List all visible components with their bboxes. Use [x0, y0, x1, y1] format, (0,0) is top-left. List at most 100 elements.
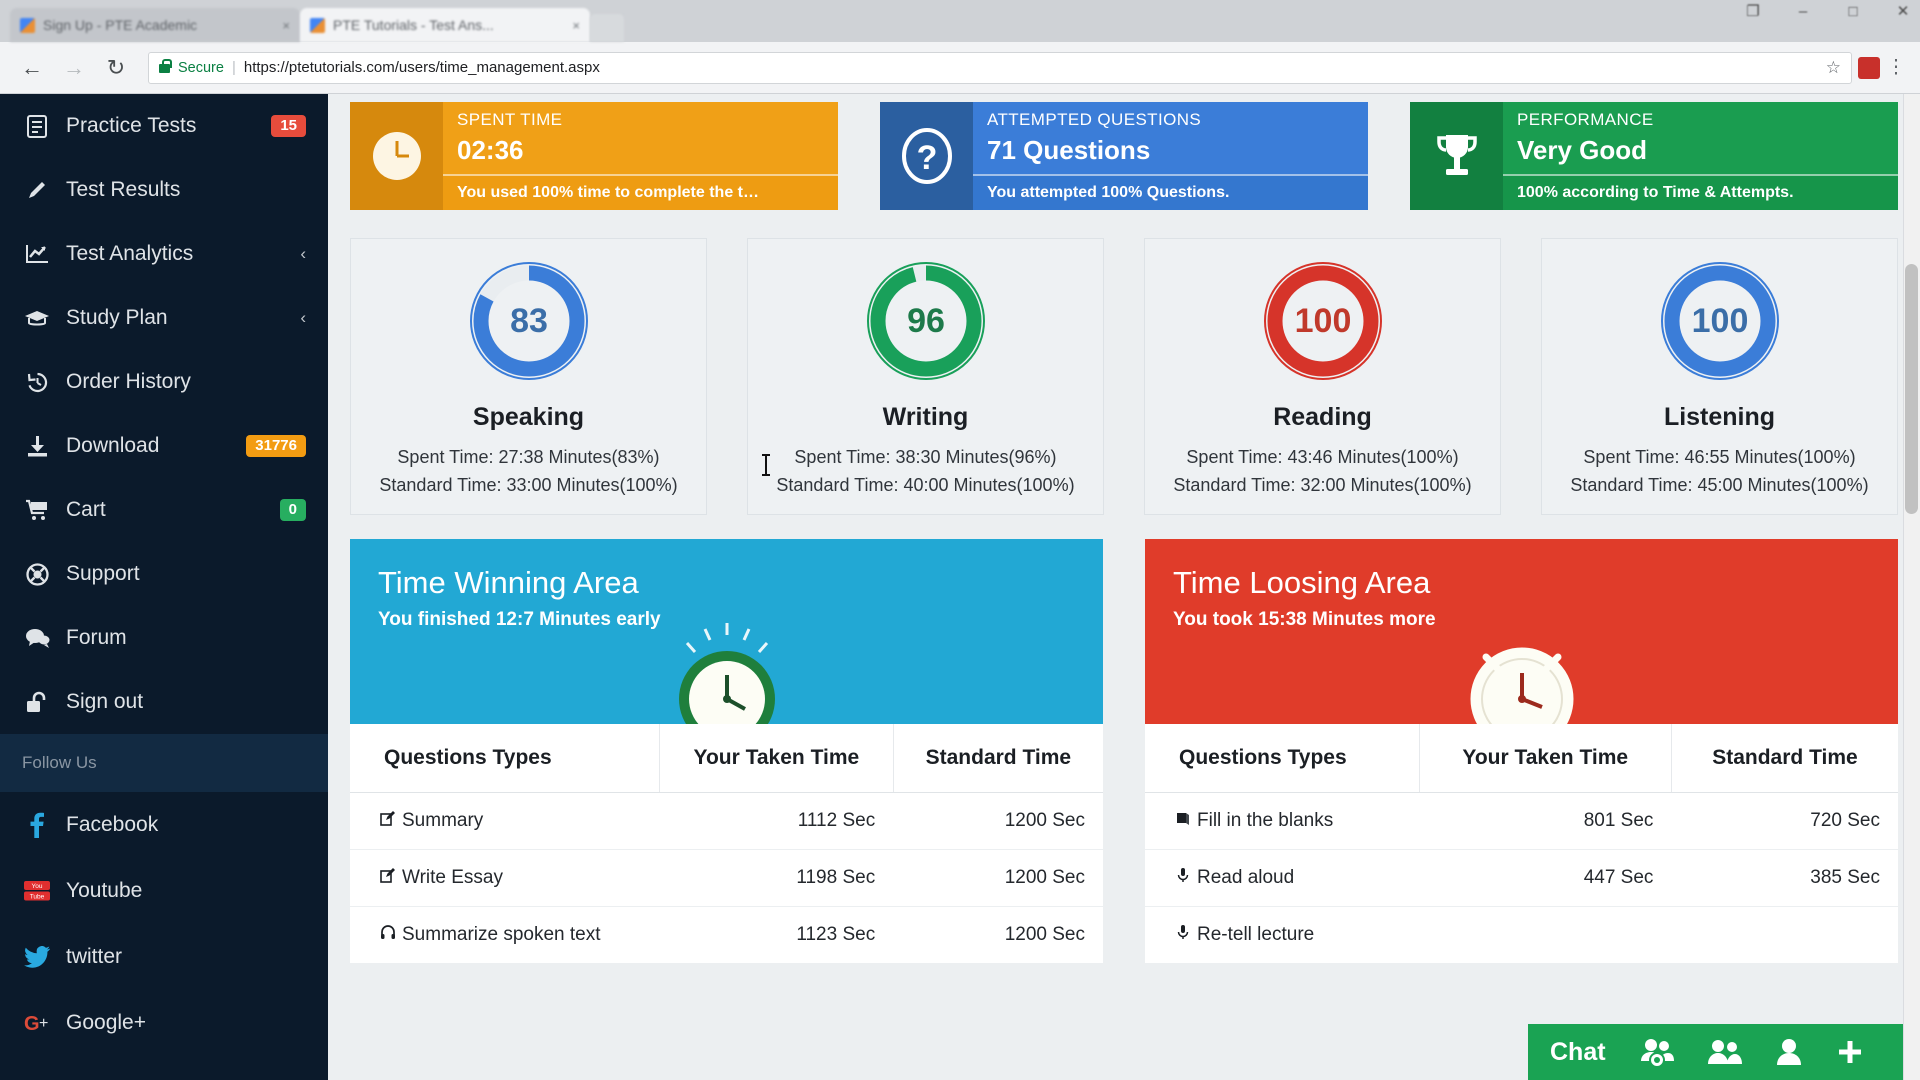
text-cursor — [762, 454, 770, 476]
stat-label: SPENT TIME — [457, 110, 563, 129]
new-tab-button[interactable] — [590, 14, 624, 42]
sidebar-social-label: Facebook — [66, 813, 159, 836]
column-header-questions-types: Questions Types — [350, 724, 661, 794]
comments-icon — [22, 627, 52, 649]
close-window-icon[interactable]: ✕ — [1890, 2, 1916, 20]
sidebar-item-test-analytics[interactable]: Test Analytics ‹ — [0, 222, 328, 286]
donut-standard-time: Standard Time: 32:00 Minutes(100%) — [1173, 475, 1472, 496]
chevron-left-icon: ‹ — [300, 308, 306, 327]
person-icon[interactable] — [1776, 1038, 1802, 1066]
group-chat-icon[interactable] — [1640, 1037, 1674, 1067]
column-header-standard-time: Standard Time — [893, 724, 1103, 794]
sidebar-item-label: Forum — [66, 626, 127, 649]
sidebar-item-forum[interactable]: Forum — [0, 606, 328, 670]
page-scrollbar[interactable] — [1903, 94, 1920, 1080]
sidebar-item-twitter[interactable]: twitter — [0, 924, 328, 990]
browser-menu-icon[interactable]: ⋮ — [1886, 56, 1906, 79]
close-icon[interactable]: × — [572, 18, 580, 33]
sidebar-item-study-plan[interactable]: Study Plan ‹ — [0, 286, 328, 350]
alarm-clock-icon — [657, 621, 797, 725]
chevron-left-icon: ‹ — [300, 244, 306, 263]
sidebar-item-practice-tests[interactable]: Practice Tests 15 — [0, 94, 328, 158]
back-button[interactable]: ← — [14, 50, 50, 86]
sidebar-item-download[interactable]: Download 31776 — [0, 414, 328, 478]
stat-card-attempted-questions: ? ATTEMPTED QUESTIONS 71 Questions You a… — [880, 102, 1368, 210]
bookmark-star-icon[interactable]: ☆ — [1826, 58, 1841, 78]
stat-value: 71 Questions — [987, 135, 1151, 165]
panel-header: Time Loosing Area You took 15:38 Minutes… — [1145, 539, 1898, 725]
donut-value: 100 — [1691, 302, 1748, 340]
stat-top: SPENT TIME 02:36 — [443, 102, 838, 174]
donut-card-reading: 100 Reading Spent Time: 43:46 Minutes(10… — [1144, 238, 1501, 516]
cell-taken-time: 1112 Sec — [659, 792, 894, 851]
table-row: Summarize spoken text 1123 Sec 1200 Sec — [350, 906, 1103, 965]
minimize-icon[interactable]: – — [1790, 3, 1816, 20]
browser-tab[interactable]: Sign Up - PTE Academic × — [10, 8, 300, 42]
donut-card-writing: 96 Writing Spent Time: 38:30 Minutes(96%… — [747, 238, 1104, 516]
sidebar-item-label: Test Analytics — [66, 242, 194, 265]
cell-taken-time: 1198 Sec — [659, 849, 894, 908]
sidebar-item-label: Order History — [66, 370, 191, 393]
stat-body: SPENT TIME 02:36 You used 100% time to c… — [443, 102, 838, 210]
restore-icon[interactable]: ❐ — [1740, 2, 1766, 20]
chat-widget[interactable]: Chat — [1528, 1024, 1920, 1080]
sidebar-item-support[interactable]: Support — [0, 542, 328, 606]
donut-chart: 83 — [361, 257, 696, 385]
clipboard-list-icon — [22, 114, 52, 138]
cell-label: Summarize spoken text — [402, 924, 601, 946]
table-row: Write Essay 1198 Sec 1200 Sec — [350, 849, 1103, 908]
donut-label: Speaking — [472, 403, 585, 431]
svg-text:+: + — [39, 1015, 48, 1032]
graduation-cap-icon — [22, 308, 52, 328]
sidebar-item-facebook[interactable]: Facebook — [0, 792, 328, 858]
clock-icon — [350, 102, 443, 210]
svg-text:G: G — [24, 1013, 40, 1034]
close-icon[interactable]: × — [282, 18, 290, 33]
sidebar-social-label: Youtube — [66, 879, 143, 902]
donut-chart: 100 — [1552, 257, 1887, 385]
panel-time-winning-area: Time Winning Area You finished 12:7 Minu… — [350, 539, 1103, 965]
sidebar-item-google-plus[interactable]: G + Google+ — [0, 990, 328, 1056]
sidebar-item-cart[interactable]: Cart 0 — [0, 478, 328, 542]
stat-footer: You attempted 100% Questions. — [973, 174, 1368, 210]
table-time-loosing: Questions Types Your Taken Time Standard… — [1145, 724, 1898, 965]
sidebar-item-sign-out[interactable]: Sign out — [0, 670, 328, 734]
alarm-clock-icon — [1452, 621, 1592, 725]
people-icon[interactable] — [1707, 1038, 1742, 1066]
lifebuoy-icon — [22, 562, 52, 586]
section-time-panels: Time Winning Area You finished 12:7 Minu… — [350, 539, 1898, 965]
reload-button[interactable]: ↻ — [98, 50, 134, 86]
cell-label: Summary — [402, 810, 484, 832]
sidebar-item-test-results[interactable]: Test Results — [0, 158, 328, 222]
cell-question-type: Summary — [350, 792, 660, 851]
sidebar-social-label: twitter — [66, 945, 123, 968]
cell-taken-time: 447 Sec — [1419, 849, 1672, 908]
table-header-row: Questions Types Your Taken Time Standard… — [1145, 724, 1898, 794]
tab-title: Sign Up - PTE Academic — [43, 17, 198, 33]
address-bar[interactable]: Secure | https://ptetutorials.com/users/… — [148, 51, 1852, 84]
page-viewport: Practice Tests 15 Test Results Test Anal… — [0, 94, 1920, 1080]
column-header-your-taken-time: Your Taken Time — [659, 724, 894, 794]
browser-toolbar: ← → ↻ Secure | https://ptetutorials.com/… — [0, 42, 1920, 94]
sidebar-item-order-history[interactable]: Order History — [0, 350, 328, 414]
tab-favicon-icon — [310, 17, 325, 33]
stat-footer: 100% according to Time & Attempts. — [1503, 174, 1898, 210]
scrollbar-thumb[interactable] — [1905, 264, 1918, 514]
microphone-icon — [1175, 924, 1197, 946]
section-donut-row: 83 Speaking Spent Time: 27:38 Minutes(83… — [350, 238, 1898, 516]
donut-chart: 96 — [758, 257, 1093, 385]
omnibox-separator: | — [231, 59, 236, 76]
sidebar-item-label: Cart — [66, 498, 106, 521]
sidebar-item-youtube[interactable]: You Tube Youtube — [0, 858, 328, 924]
donut-label: Listening — [1663, 403, 1776, 431]
forward-button[interactable]: → — [56, 50, 92, 86]
plus-icon[interactable] — [1836, 1038, 1864, 1066]
table-header-row: Questions Types Your Taken Time Standard… — [350, 724, 1103, 794]
sidebar-item-label: Study Plan — [66, 306, 168, 329]
extension-icon[interactable] — [1858, 56, 1880, 79]
pencil-icon — [22, 179, 52, 201]
browser-tab-active[interactable]: PTE Tutorials - Test Ans... × — [300, 8, 590, 42]
maximize-icon[interactable]: □ — [1840, 3, 1866, 20]
url-text: https://ptetutorials.com/users/time_mana… — [243, 59, 600, 76]
svg-text:Tube: Tube — [30, 894, 45, 901]
